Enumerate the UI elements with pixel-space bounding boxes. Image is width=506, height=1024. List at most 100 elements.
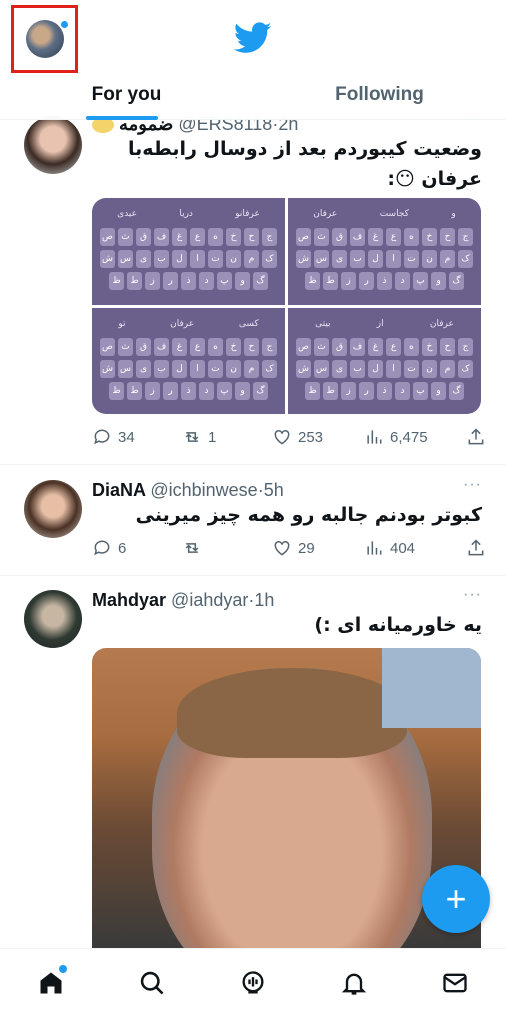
suggestion: و	[451, 209, 456, 219]
reply-button[interactable]: 6	[92, 538, 182, 558]
keyboard-screenshot[interactable]: بیتی از عرفان صثقفغعهخحج شسیبلاتنمک ظطزرذد…	[288, 307, 481, 414]
suggestion: کسی	[238, 318, 259, 329]
key-row: صثقفغعهخحج	[292, 228, 477, 246]
nav-notifications[interactable]	[334, 963, 374, 1003]
views-button[interactable]: 6,475	[364, 427, 456, 447]
suggestion: عرفانو	[235, 209, 260, 219]
keyboard-screenshot[interactable]: عیدی دریا عرفانو صثقفغعهخحج شسیبلاتنمک ظطز…	[92, 198, 285, 305]
reply-icon	[94, 540, 110, 556]
nav-search[interactable]	[132, 963, 172, 1003]
keyboard-key: ق	[332, 337, 347, 356]
keyboard-key: ظ	[305, 272, 320, 290]
avatar[interactable]	[24, 590, 82, 648]
key-row: شسیبلاتنمک	[292, 359, 477, 378]
keyboard-key: ح	[440, 337, 455, 356]
tweet[interactable]: Mahdyar @iahdyar·1h ··· یه خاورمیانه ای …	[0, 586, 506, 648]
keyboard-key: ک	[262, 250, 277, 268]
keyboard-key: د	[395, 272, 410, 290]
keyboard-key: ع	[386, 228, 401, 246]
tab-following-label: Following	[335, 84, 424, 105]
keyboard-key: ا	[190, 359, 205, 378]
keyboard-key: ف	[350, 337, 365, 356]
tweet-text: وضعیت کیبوردم بعد از دوسال رابطه‌با عرفا…	[128, 138, 482, 190]
like-count: 29	[298, 539, 315, 557]
search-icon	[140, 971, 164, 995]
timestamp: 5h	[263, 480, 284, 500]
keyboard-key: ر	[359, 381, 374, 400]
keyboard-key: ی	[136, 359, 151, 378]
keyboard-key: ظ	[109, 381, 124, 400]
keyboard-key: ث	[118, 228, 133, 246]
avatar[interactable]	[24, 480, 82, 538]
keyboard-key: ق	[136, 228, 151, 246]
more-icon[interactable]: ···	[463, 476, 482, 494]
avatar[interactable]	[26, 20, 64, 58]
tweet-media-grid[interactable]: عیدی دریا عرفانو صثقفغعهخحج شسیبلاتنمک ظطز…	[92, 198, 481, 414]
views-icon	[367, 430, 382, 444]
keyboard-key: پ	[413, 272, 428, 290]
handle[interactable]: @ichbinwese	[150, 480, 257, 500]
keyboard-key: ت	[208, 359, 223, 378]
suggestion: عیدی	[117, 209, 138, 219]
keyboard-key: ش	[296, 359, 311, 378]
keyboard-key: ع	[386, 337, 401, 356]
keyboard-key: ل	[172, 250, 187, 268]
keyboard-key: ه	[404, 228, 419, 246]
keyboard-key: و	[431, 381, 446, 400]
keyboard-key: ج	[262, 228, 277, 246]
tab-following[interactable]: Following	[253, 74, 506, 119]
retweet-count: 1	[208, 428, 217, 446]
keyboard-key: غ	[368, 337, 383, 356]
retweet-button[interactable]: 1	[182, 427, 272, 447]
keyboard-key: ج	[458, 228, 473, 246]
keyboard-key: ر	[163, 272, 178, 290]
keyboard-key: ذ	[377, 381, 392, 400]
keyboard-key: ه	[404, 337, 419, 356]
nav-spaces[interactable]	[233, 963, 273, 1003]
spaces-icon	[242, 971, 264, 994]
share-icon	[468, 539, 484, 556]
compose-button[interactable]: +	[422, 865, 490, 933]
tweet[interactable]: DiaNA @ichbinwese·5h ··· کبوتر بودنم جال…	[0, 476, 506, 576]
retweet-button[interactable]	[182, 538, 272, 558]
keyboard-key: و	[235, 381, 250, 400]
keyboard-key: ر	[359, 272, 374, 290]
suggestion: کجاست	[379, 209, 409, 219]
share-button[interactable]	[466, 538, 486, 558]
avatar[interactable]	[24, 116, 82, 174]
tab-for-you[interactable]: For you	[0, 74, 253, 120]
keyboard-key: م	[440, 250, 455, 268]
display-name[interactable]: DiaNA	[92, 480, 145, 500]
handle[interactable]: @iahdyar	[171, 590, 248, 610]
keyboard-key: ت	[404, 250, 419, 268]
keyboard-screenshot[interactable]: تو عرفان کسی صثقفغعهخحج شسیبلاتنمک ظطزرذدپ…	[92, 307, 285, 414]
keyboard-key: د	[199, 272, 214, 290]
display-name[interactable]: Mahdyar	[92, 590, 166, 610]
keyboard-key: ا	[386, 250, 401, 268]
reply-button[interactable]: 34	[92, 427, 182, 447]
mail-icon	[443, 973, 468, 993]
nav-messages[interactable]	[435, 963, 475, 1003]
twitter-bird-icon[interactable]	[234, 22, 272, 54]
keyboard-key: ط	[323, 272, 338, 290]
keyboard-key: ش	[100, 250, 115, 268]
more-icon[interactable]: ···	[463, 586, 482, 604]
share-button[interactable]	[466, 427, 486, 447]
retweet-icon	[185, 543, 199, 553]
keyboard-screenshot[interactable]: عرفان کجاست و صثقفغعهخحج شسیبلاتنمک ظطزرذد…	[288, 198, 481, 305]
keyboard-key: ا	[190, 250, 205, 268]
suggestion: دریا	[179, 209, 193, 219]
divider	[0, 464, 506, 465]
keyboard-key: م	[244, 359, 259, 378]
nav-home[interactable]	[31, 963, 71, 1003]
profile-avatar-highlight[interactable]	[11, 5, 78, 73]
like-button[interactable]: 253	[272, 427, 364, 447]
view-count: 6,475	[390, 428, 428, 446]
keyboard-key: خ	[422, 228, 437, 246]
like-button[interactable]: 29	[272, 538, 364, 558]
heart-icon	[274, 540, 290, 556]
key-row: شسیبلاتنمک	[96, 250, 281, 268]
suggestion: عرفان	[170, 318, 195, 329]
views-button[interactable]: 404	[364, 538, 456, 558]
key-row: ظطزرذدپوگ	[292, 381, 477, 400]
